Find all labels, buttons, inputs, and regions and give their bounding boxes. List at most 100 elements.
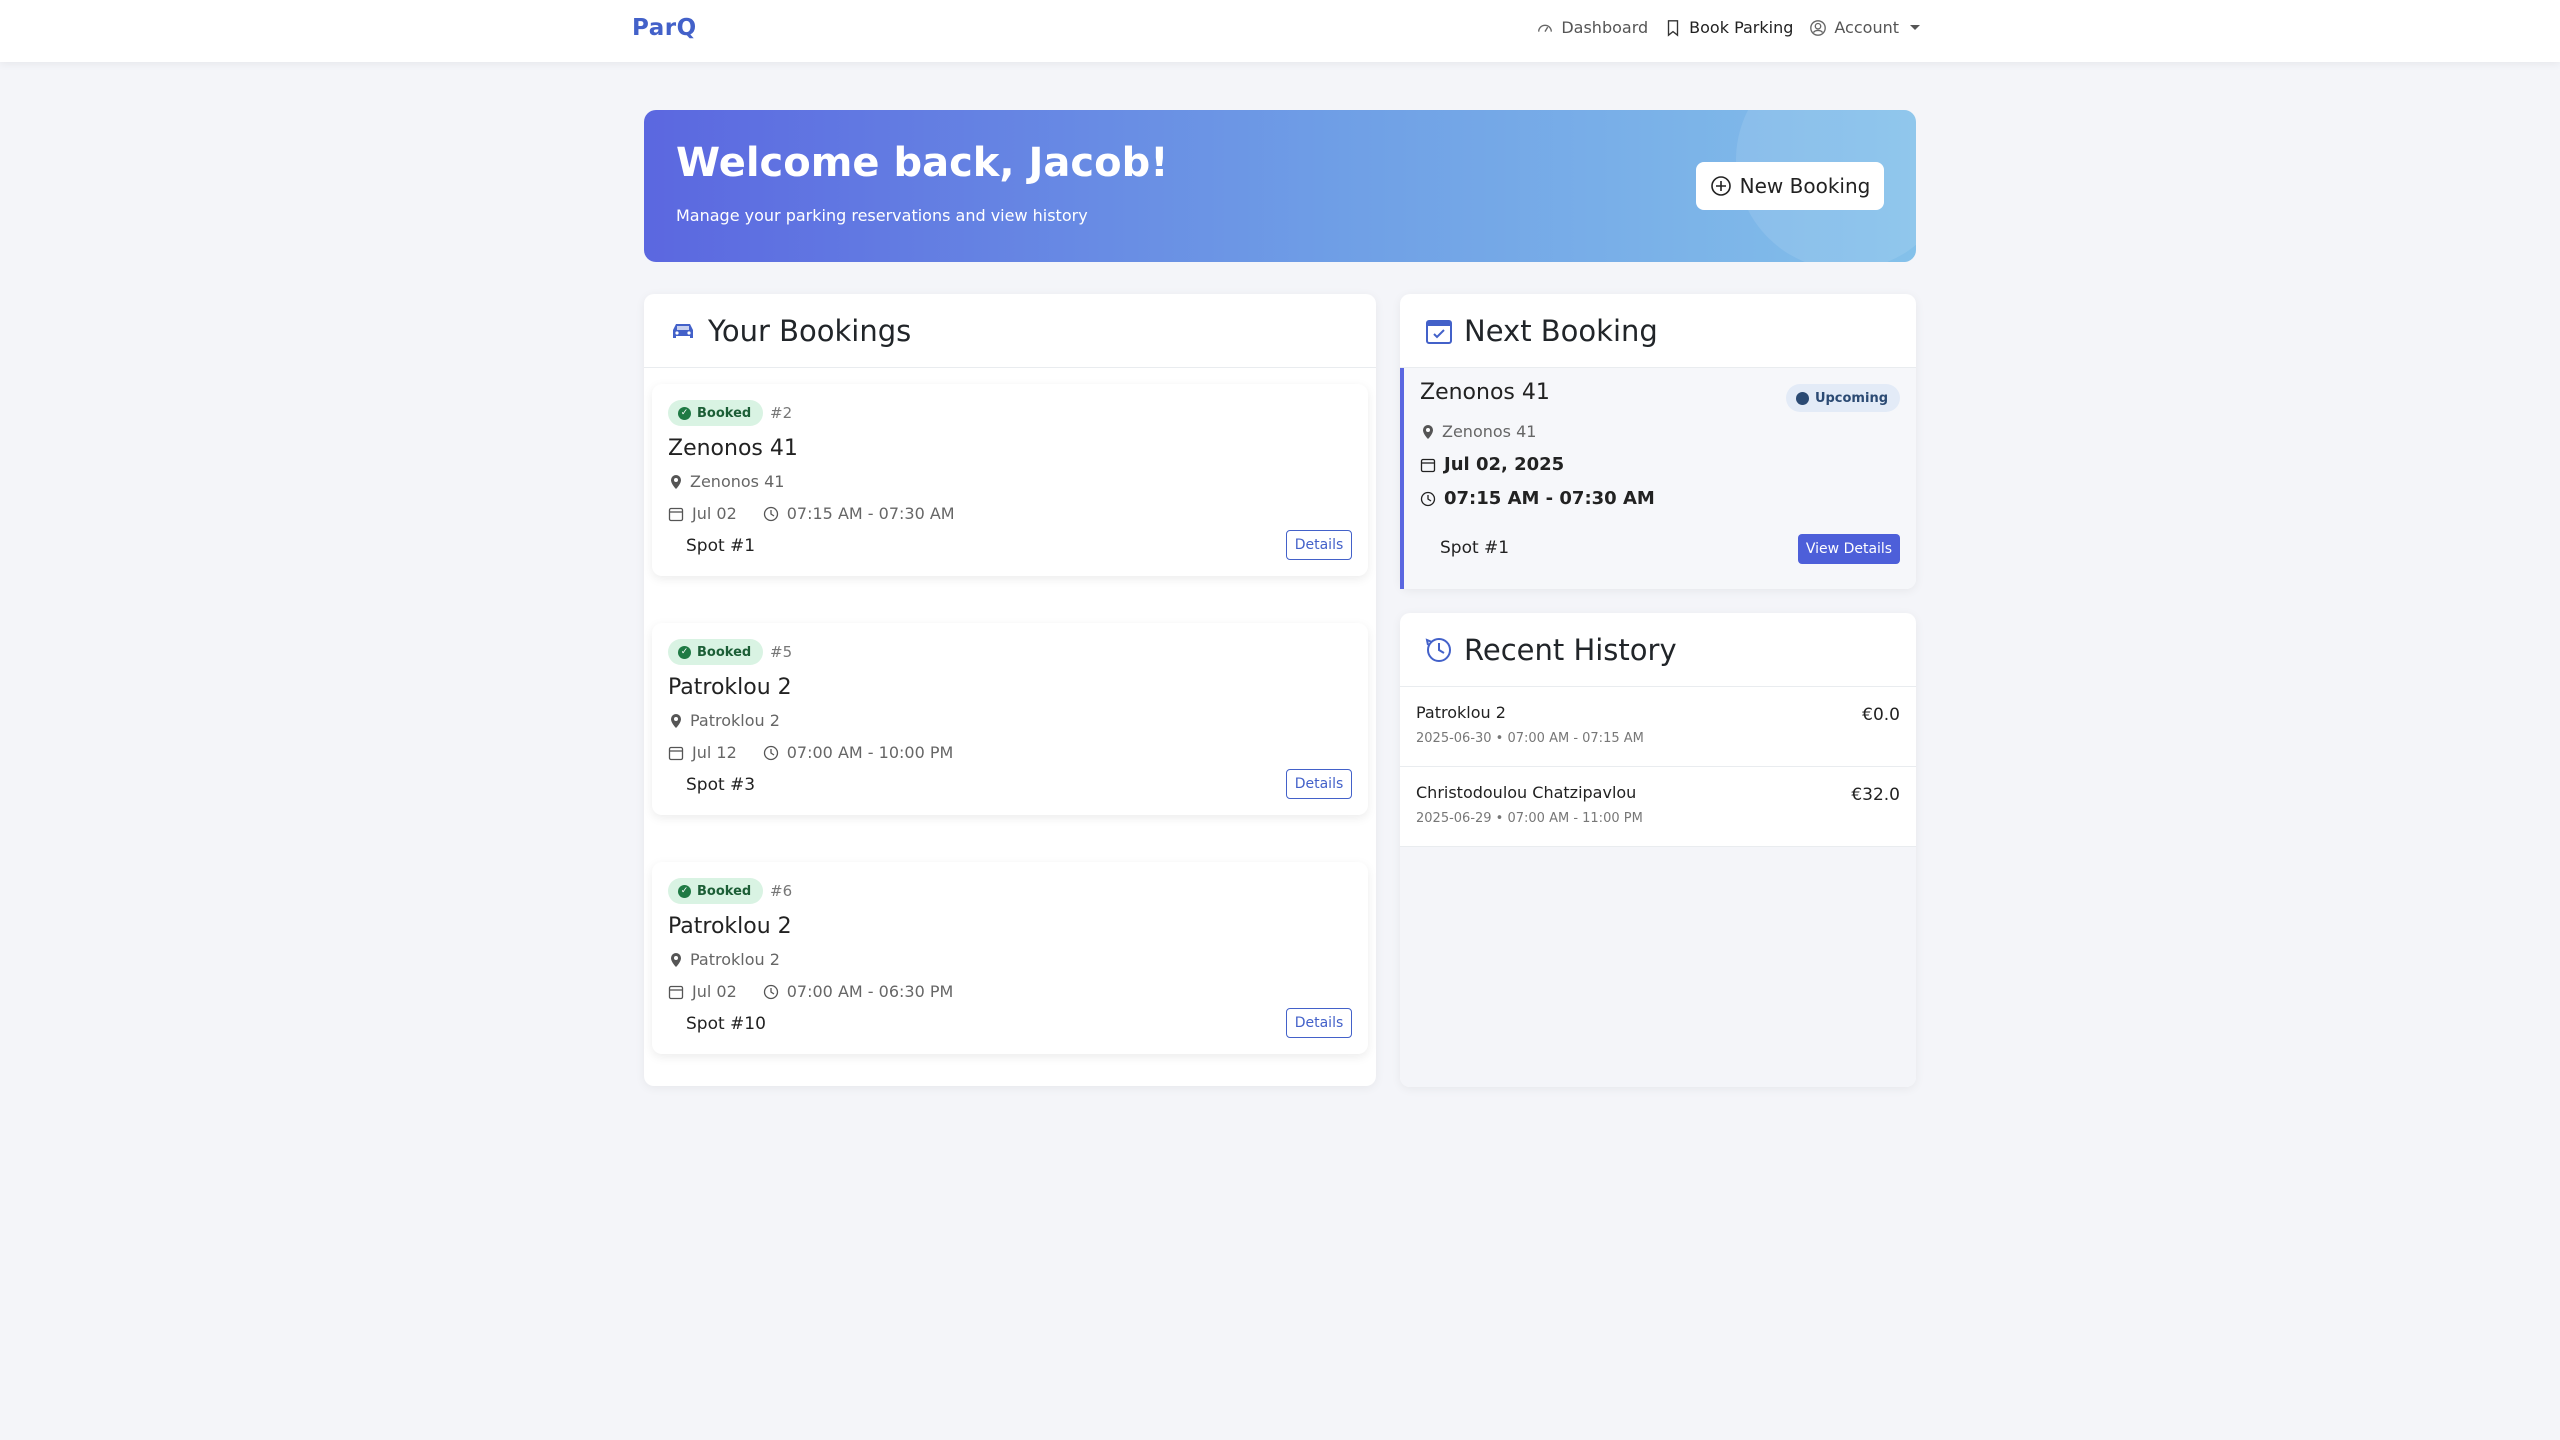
history-name: Christodoulou Chatzipavlou [1416,783,1637,802]
upcoming-badge: Upcoming [1785,384,1900,412]
booking-number: #6 [770,882,793,900]
next-booking-spot: Spot #1 [1440,538,1510,558]
nav-book-parking[interactable]: Book Parking [1664,18,1793,37]
check-circle-icon: ✓ [678,645,691,659]
nav-dashboard[interactable]: Dashboard [1536,18,1648,37]
history-price: €32.0 [1851,785,1900,805]
chevron-down-icon [1910,25,1920,30]
history-row[interactable]: Christodoulou Chatzipavlou 2025-06-29 • … [1400,767,1916,847]
booking-number: #2 [770,404,793,422]
history-meta: 2025-06-30 • 07:00 AM - 07:15 AM [1416,731,1644,746]
brand-logo[interactable]: ParQ [632,15,697,41]
next-booking-time-label: 07:15 AM - 07:30 AM [1444,488,1655,509]
status-badge: ✓ Booked [668,639,764,665]
bookmark-icon [1667,19,1679,37]
navbar: ParQ Dashboard Book Parking Account [0,0,2560,62]
history-name: Patroklou 2 [1416,703,1506,722]
status-badge: ✓ Booked [668,878,764,904]
booking-spot: Spot #3 [686,775,756,795]
clock-icon [763,745,778,760]
booking-number: #5 [770,643,793,661]
nav-account-dropdown[interactable]: Account [1809,18,1920,37]
clock-icon [763,506,778,521]
booking-time: 07:00 AM - 10:00 PM [786,743,954,762]
recent-history-header: Recent History [1400,613,1916,687]
booking-time: 07:00 AM - 06:30 PM [786,982,954,1001]
your-bookings-panel: Your Bookings ✓ Booked #2 Zenonos 41 Zeno… [644,294,1376,1086]
next-booking-location-label: Zenonos 41 [1442,422,1537,441]
location-pin-icon [671,952,681,967]
status-badge-label: Booked [697,644,752,660]
car-icon [673,323,693,338]
speedometer-icon [1538,24,1553,32]
new-booking-label: New Booking [1739,174,1871,198]
booking-date: Jul 02 [692,982,737,1001]
check-circle-icon: ✓ [678,884,691,898]
booking-location: Patroklou 2 [668,950,780,969]
booking-date: Jul 12 [692,743,737,762]
booking-schedule: Jul 12 07:00 AM - 10:00 PM [668,743,953,762]
next-booking-date-label: Jul 02, 2025 [1444,454,1565,475]
booking-location: Zenonos 41 [668,472,784,491]
booking-spot: Spot #10 [686,1014,766,1034]
nav-dashboard-label: Dashboard [1561,18,1649,37]
info-circle-icon [1795,391,1809,405]
calendar-icon [668,507,684,521]
new-booking-button[interactable]: New Booking [1696,162,1884,210]
your-bookings-title: Your Bookings [708,313,912,348]
booking-name: Patroklou 2 [668,914,792,939]
welcome-banner: Welcome back, Jacob! Manage your parking… [644,110,1916,262]
history-price: €0.0 [1862,705,1900,725]
upcoming-badge-label: Upcoming [1814,390,1888,406]
booking-time: 07:15 AM - 07:30 AM [786,504,955,523]
clock-icon [763,984,778,999]
calendar-icon [668,746,684,760]
booking-schedule: Jul 02 07:15 AM - 07:30 AM [668,504,955,523]
location-pin-icon [1423,424,1433,439]
next-booking-card[interactable]: Zenonos 41 Upcoming Zenonos 41 Jul 02, 2… [1400,368,1916,589]
details-button[interactable]: Details [1286,1008,1352,1038]
booking-card[interactable]: ✓ Booked #6 Patroklou 2 Patroklou 2 Jul 0… [652,862,1368,1054]
next-booking-panel: Next Booking Zenonos 41 Upcoming Zenonos… [1400,294,1916,589]
status-badge-label: Booked [697,405,752,421]
next-booking-name: Zenonos 41 [1420,380,1550,405]
recent-history-title: Recent History [1464,632,1677,667]
booking-location-label: Patroklou 2 [690,711,780,730]
calendar-icon [668,985,684,999]
booking-schedule: Jul 02 07:00 AM - 06:30 PM [668,982,953,1001]
nav-links: Dashboard Book Parking Account [1536,18,1920,37]
your-bookings-header: Your Bookings [644,294,1376,368]
welcome-subtitle: Manage your parking reservations and vie… [676,206,1088,225]
booking-location-label: Zenonos 41 [690,472,785,491]
booking-name: Zenonos 41 [668,436,798,461]
booking-card[interactable]: ✓ Booked #5 Patroklou 2 Patroklou 2 Jul 1… [652,623,1368,815]
history-row[interactable]: Patroklou 2 2025-06-30 • 07:00 AM - 07:1… [1400,687,1916,767]
history-meta: 2025-06-29 • 07:00 AM - 11:00 PM [1416,811,1643,826]
details-button[interactable]: Details [1286,769,1352,799]
nav-book-parking-label: Book Parking [1689,18,1794,37]
location-pin-icon [671,713,681,728]
location-pin-icon [671,474,681,489]
details-button[interactable]: Details [1286,530,1352,560]
check-circle-icon: ✓ [678,406,691,420]
welcome-title: Welcome back, Jacob! [676,140,1169,186]
nav-account-label: Account [1834,18,1899,37]
clock-icon [1420,491,1436,506]
plus-circle-icon [1710,176,1731,196]
status-badge: ✓ Booked [668,400,764,426]
next-booking-location: Zenonos 41 [1420,422,1536,441]
view-details-button[interactable]: View Details [1798,534,1900,564]
booking-name: Patroklou 2 [668,675,792,700]
next-booking-title: Next Booking [1464,313,1658,348]
next-booking-header: Next Booking [1400,294,1916,368]
recent-history-panel: Recent History Patroklou 2 2025-06-30 • … [1400,613,1916,1087]
booking-spot: Spot #1 [686,536,756,556]
booking-date: Jul 02 [692,504,737,523]
booking-location-label: Patroklou 2 [690,950,780,969]
status-badge-label: Booked [697,883,752,899]
booking-card[interactable]: ✓ Booked #2 Zenonos 41 Zenonos 41 Jul 02 … [652,384,1368,576]
user-circle-icon [1810,19,1827,36]
booking-location: Patroklou 2 [668,711,780,730]
calendar-icon [1420,458,1436,472]
calendar-check-icon [1426,319,1452,344]
